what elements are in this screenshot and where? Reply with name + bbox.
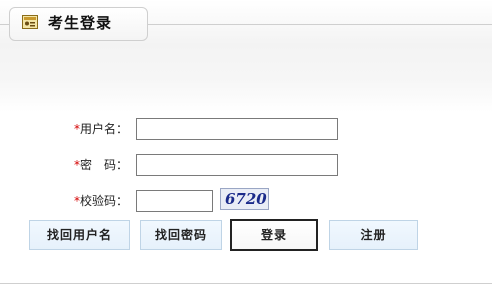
find-password-button[interactable]: 找回密码: [140, 220, 222, 250]
username-input[interactable]: [136, 118, 338, 140]
username-label: *用户名：: [74, 121, 128, 137]
captcha-image-text: 6720: [225, 190, 267, 208]
captcha-label-text: 校验码：: [80, 194, 129, 208]
password-label: *密 码：: [74, 157, 128, 173]
register-button[interactable]: 注册: [329, 220, 418, 250]
id-card-icon: [22, 15, 38, 29]
captcha-image[interactable]: 6720: [220, 188, 269, 210]
captcha-input[interactable]: [136, 190, 213, 212]
find-username-button[interactable]: 找回用户名: [29, 220, 130, 250]
password-input[interactable]: [136, 154, 338, 176]
username-label-text: 用户名：: [80, 122, 129, 136]
panel-title: 考生登录: [48, 14, 113, 32]
bottom-divider: [0, 283, 492, 284]
login-button[interactable]: 登录: [230, 219, 318, 251]
password-label-text: 密 码：: [80, 158, 129, 172]
captcha-label: *校验码：: [74, 193, 128, 209]
